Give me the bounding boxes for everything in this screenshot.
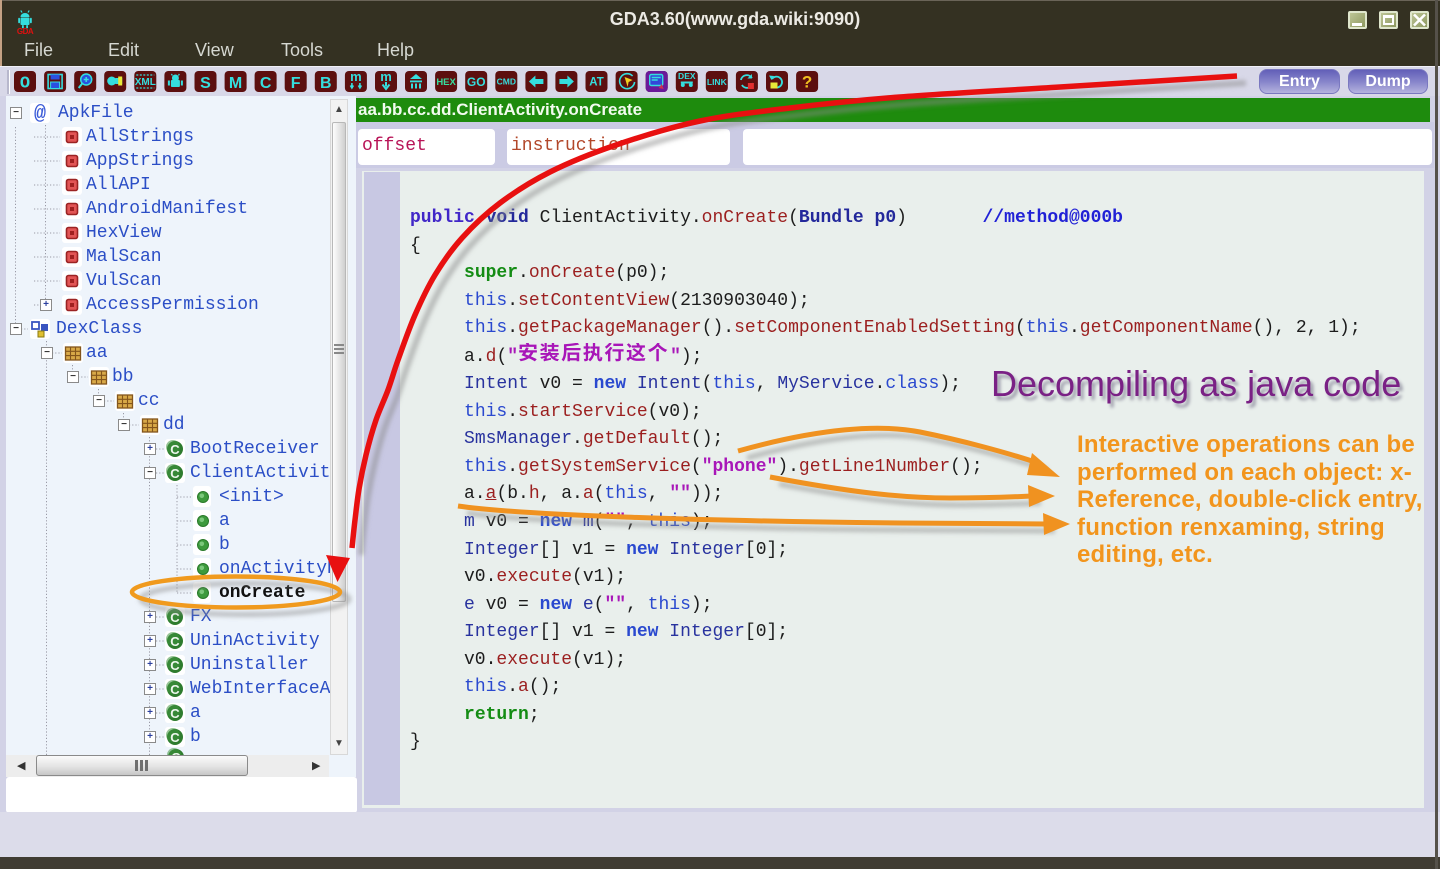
svg-text:LINK: LINK	[707, 77, 728, 87]
svg-text:C: C	[170, 658, 180, 673]
svg-text:AT: AT	[589, 77, 603, 89]
svg-text:m: m	[380, 69, 392, 84]
svg-text:C: C	[170, 682, 180, 697]
svg-text:HEX: HEX	[436, 77, 456, 88]
svg-text:C: C	[170, 634, 180, 649]
svg-text:C: C	[170, 610, 180, 625]
svg-text:CMD: CMD	[497, 77, 516, 87]
svg-text:GO: GO	[467, 75, 486, 89]
svg-text:C: C	[170, 442, 180, 457]
svg-text:C: C	[170, 730, 180, 745]
svg-text:C: C	[170, 466, 180, 481]
svg-text:C: C	[170, 706, 180, 721]
svg-text:?: ?	[802, 73, 812, 92]
svg-text:@: @	[34, 103, 46, 123]
svg-text:DEX: DEX	[678, 71, 696, 81]
